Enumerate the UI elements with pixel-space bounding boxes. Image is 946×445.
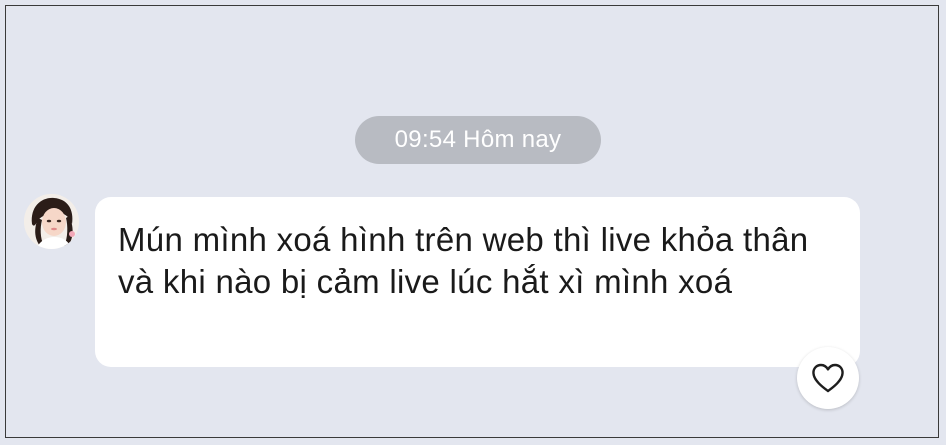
timestamp-pill: 09:54 Hôm nay (355, 116, 601, 164)
timestamp-label: 09:54 Hôm nay (394, 126, 562, 153)
avatar[interactable] (24, 194, 79, 249)
avatar-image (24, 194, 79, 249)
like-button[interactable] (797, 347, 859, 409)
heart-icon (810, 362, 846, 394)
message-text: Mún mình xoá hình trên web thì live khỏa… (118, 221, 809, 300)
chat-window: 09:54 Hôm nay Mún mình xoá hình trên web… (5, 5, 939, 438)
message-bubble[interactable]: Mún mình xoá hình trên web thì live khỏa… (95, 197, 860, 367)
